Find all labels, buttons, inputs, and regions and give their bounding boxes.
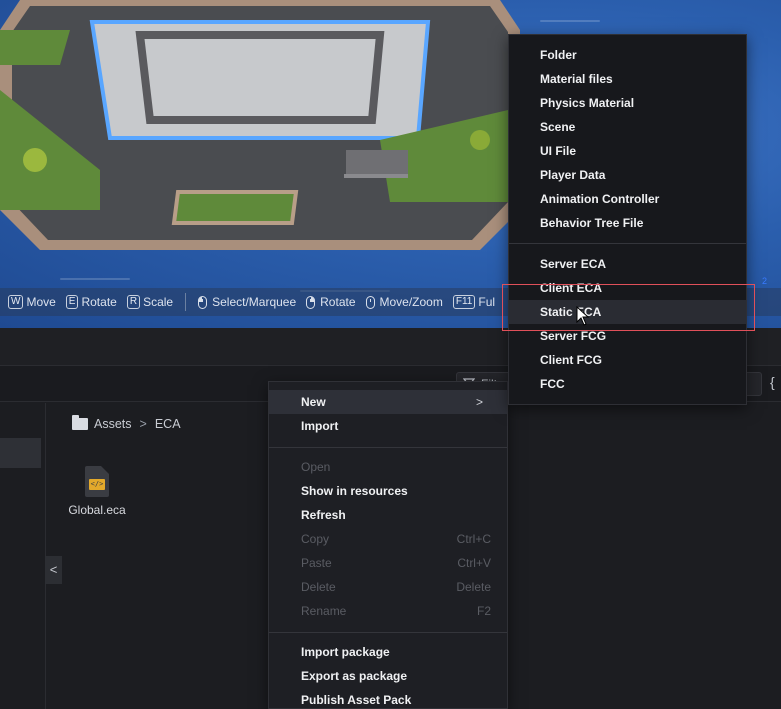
menu-item-rename: Rename F2 bbox=[269, 599, 507, 623]
asset-file-label: Global.eca bbox=[68, 503, 126, 517]
hud-rotate: E Rotate bbox=[65, 295, 117, 309]
submenu-item-scene[interactable]: Scene bbox=[509, 115, 746, 139]
menu-item-import-package[interactable]: Import package bbox=[269, 640, 507, 664]
menu-separator bbox=[269, 632, 507, 633]
hud-move-zoom: Move/Zoom bbox=[365, 295, 443, 309]
submenu-item-material-files[interactable]: Material files bbox=[509, 67, 746, 91]
context-menu: New > Import Open Show in resources Refr… bbox=[268, 381, 508, 709]
menu-item-open-label: Open bbox=[301, 460, 331, 474]
chevron-right-icon: > bbox=[475, 395, 483, 409]
mouse-left-icon bbox=[198, 295, 208, 309]
hud-move: W Move bbox=[8, 295, 56, 309]
menu-item-publish-label: Publish Asset Pack bbox=[301, 693, 412, 707]
mouse-middle-icon bbox=[365, 295, 375, 309]
hud-divider bbox=[185, 293, 187, 311]
breadcrumb-assets[interactable]: Assets bbox=[94, 417, 132, 431]
hud-mouse-rotate: Rotate bbox=[306, 295, 356, 309]
breadcrumb-eca[interactable]: ECA bbox=[155, 417, 181, 431]
hud-select-label: Select/Marquee bbox=[212, 295, 297, 309]
submenu-item-client-fcg[interactable]: Client FCG bbox=[509, 348, 746, 372]
menu-item-open: Open bbox=[269, 455, 507, 479]
delete-shortcut: Delete bbox=[456, 580, 491, 594]
menu-item-paste: Paste Ctrl+V bbox=[269, 551, 507, 575]
menu-item-paste-label: Paste bbox=[301, 556, 332, 570]
menu-item-show-label: Show in resources bbox=[301, 484, 408, 498]
menu-item-new-label: New bbox=[301, 395, 326, 409]
settings-icon[interactable]: { bbox=[770, 374, 775, 390]
submenu-item-animation-controller[interactable]: Animation Controller bbox=[509, 187, 746, 211]
new-submenu: Folder Material files Physics Material S… bbox=[508, 34, 747, 405]
r-key-badge: R bbox=[126, 295, 141, 309]
asset-file-global-eca[interactable]: </> Global.eca bbox=[62, 466, 132, 517]
collapse-sidebar-button[interactable]: < bbox=[45, 556, 62, 584]
menu-item-refresh-label: Refresh bbox=[301, 508, 346, 522]
hud-move-label: Move bbox=[26, 295, 56, 309]
menu-item-delete-label: Delete bbox=[301, 580, 336, 594]
menu-item-rename-label: Rename bbox=[301, 604, 347, 618]
submenu-separator bbox=[509, 243, 746, 244]
menu-item-publish-asset-pack[interactable]: Publish Asset Pack bbox=[269, 688, 507, 709]
submenu-item-player-data[interactable]: Player Data bbox=[509, 163, 746, 187]
chevron-right-icon: > bbox=[139, 417, 147, 431]
eca-file-icon: </> bbox=[85, 466, 109, 497]
folder-tree[interactable] bbox=[0, 403, 46, 709]
w-key-badge: W bbox=[8, 295, 24, 309]
submenu-item-fcc[interactable]: FCC bbox=[509, 372, 746, 396]
menu-item-export-package[interactable]: Export as package bbox=[269, 664, 507, 688]
submenu-item-server-eca[interactable]: Server ECA bbox=[509, 252, 746, 276]
submenu-item-behavior-tree[interactable]: Behavior Tree File bbox=[509, 211, 746, 235]
hud-mouse-rotate-label: Rotate bbox=[320, 295, 356, 309]
mouse-cursor-icon bbox=[576, 306, 590, 326]
hud-move-zoom-label: Move/Zoom bbox=[379, 295, 443, 309]
e-key-badge: E bbox=[65, 295, 79, 309]
paste-shortcut: Ctrl+V bbox=[457, 556, 491, 570]
mouse-right-icon bbox=[306, 295, 316, 309]
copy-shortcut: Ctrl+C bbox=[456, 532, 491, 546]
hud-scale-label: Scale bbox=[143, 295, 174, 309]
tree-selected-item[interactable] bbox=[0, 438, 41, 468]
rename-shortcut: F2 bbox=[476, 604, 491, 618]
hud-rotate-label: Rotate bbox=[81, 295, 117, 309]
submenu-item-physics-material[interactable]: Physics Material bbox=[509, 91, 746, 115]
menu-item-import[interactable]: Import bbox=[269, 414, 507, 438]
hud-fullscreen-label: Ful bbox=[478, 295, 496, 309]
menu-item-delete: Delete Delete bbox=[269, 575, 507, 599]
hud-select: Select/Marquee bbox=[198, 295, 296, 309]
island-scene bbox=[0, 0, 528, 250]
axis-gizmo-label: 2 bbox=[762, 276, 768, 286]
menu-item-copy: Copy Ctrl+C bbox=[269, 527, 507, 551]
menu-separator bbox=[269, 447, 507, 448]
folder-icon bbox=[72, 415, 88, 430]
submenu-item-ui-file[interactable]: UI File bbox=[509, 139, 746, 163]
breadcrumb: Assets > ECA bbox=[72, 415, 181, 431]
hud-scale: R Scale bbox=[126, 295, 174, 309]
menu-item-import-label: Import bbox=[301, 419, 339, 433]
menu-item-import-package-label: Import package bbox=[301, 645, 390, 659]
menu-item-show-in-resources[interactable]: Show in resources bbox=[269, 479, 507, 503]
hud-fullscreen: F11 Ful bbox=[452, 295, 496, 309]
annotation-highlight-box bbox=[502, 284, 755, 331]
menu-item-new[interactable]: New > bbox=[269, 390, 507, 414]
f11-key-badge: F11 bbox=[452, 295, 476, 309]
menu-item-refresh[interactable]: Refresh bbox=[269, 503, 507, 527]
submenu-item-folder[interactable]: Folder bbox=[509, 43, 746, 67]
menu-item-copy-label: Copy bbox=[301, 532, 330, 546]
menu-item-export-package-label: Export as package bbox=[301, 669, 408, 683]
